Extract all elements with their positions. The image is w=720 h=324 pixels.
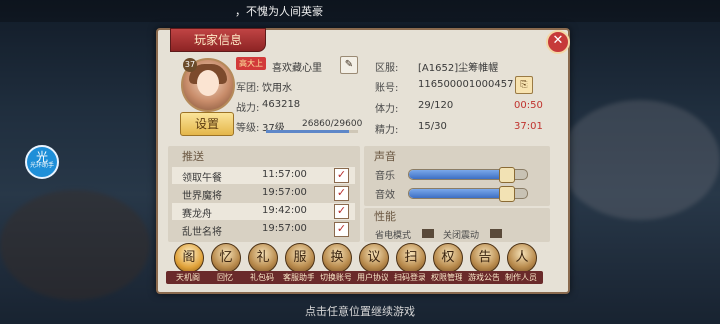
push-row-checkbox[interactable]: ✓ bbox=[334, 186, 349, 201]
music-slider-fill bbox=[409, 170, 506, 179]
level-label: 等级: bbox=[236, 123, 260, 134]
energy-value: 15/30 bbox=[418, 121, 447, 132]
stamina-value: 29/120 bbox=[418, 100, 454, 111]
legion-value: 饮用水 bbox=[262, 83, 292, 94]
performance-title: 性能 bbox=[374, 210, 396, 223]
exp-bar bbox=[266, 130, 358, 133]
stamina-timer: 00:50 bbox=[514, 100, 543, 111]
player-name: 喜欢藏心里 bbox=[272, 63, 322, 74]
document-icon: 议 bbox=[359, 243, 389, 273]
action-button-gift-code[interactable]: 礼 礼包码 bbox=[240, 243, 284, 285]
action-button-memory[interactable]: 忆 回忆 bbox=[203, 243, 247, 285]
push-row-time: 19:57:00 bbox=[262, 223, 307, 234]
vibration-toggle[interactable] bbox=[490, 229, 502, 238]
panel-title: 玩家信息 bbox=[170, 28, 266, 52]
account-label: 账号: bbox=[375, 83, 399, 94]
server-label: 区服: bbox=[375, 63, 399, 74]
title-tag: 高大上 bbox=[236, 57, 266, 70]
effect-slider-handle[interactable] bbox=[498, 186, 515, 202]
push-row-name: 领取午餐 bbox=[182, 173, 222, 184]
action-button-credits[interactable]: 人 制作人员 bbox=[499, 243, 543, 285]
push-row: 世界魔将 19:57:00 ✓ bbox=[172, 185, 355, 202]
leaf-icon: 忆 bbox=[211, 243, 241, 273]
action-button-user-agreement[interactable]: 议 用户协议 bbox=[351, 243, 395, 285]
action-button-switch-account[interactable]: 换 切换账号 bbox=[314, 243, 358, 285]
power-save-label: 省电模式 bbox=[375, 231, 412, 241]
action-bar: 阁 天机阁 忆 回忆 礼 礼包码 服 客服助手 换 切换账号 议 用户协议 扫 … bbox=[166, 243, 543, 285]
push-row-name: 世界魔将 bbox=[182, 191, 222, 202]
lock-icon: 权 bbox=[433, 243, 463, 273]
assistant-label: 光环助手 bbox=[29, 162, 54, 169]
power-label: 战力: bbox=[236, 103, 260, 114]
music-label: 音乐 bbox=[375, 171, 395, 182]
continue-hint: 点击任意位置继续游戏 bbox=[305, 305, 415, 318]
effect-label: 音效 bbox=[375, 190, 395, 201]
push-row-checkbox[interactable]: ✓ bbox=[334, 204, 349, 219]
top-message-bar: ，不愧为人间英豪 bbox=[0, 0, 720, 22]
action-button-scan-login[interactable]: 扫 扫码登录 bbox=[388, 243, 432, 285]
energy-timer: 37:01 bbox=[514, 121, 543, 132]
stamina-label: 体力: bbox=[375, 104, 399, 115]
push-row: 乱世名将 19:57:00 ✓ bbox=[172, 221, 355, 238]
push-row: 赛龙舟 19:42:00 ✓ bbox=[172, 203, 355, 220]
avatar-level-badge: 37 bbox=[183, 58, 197, 72]
copy-account-icon[interactable]: ⎘ bbox=[515, 76, 533, 94]
exp-text: 26860/29600 bbox=[302, 119, 363, 129]
power-value: 463218 bbox=[262, 99, 301, 110]
music-slider-handle[interactable] bbox=[498, 167, 515, 183]
push-row-checkbox[interactable]: ✓ bbox=[334, 222, 349, 237]
legion-label: 军团: bbox=[236, 83, 260, 94]
push-row-name: 乱世名将 bbox=[182, 227, 222, 238]
action-button-support[interactable]: 服 客服助手 bbox=[277, 243, 321, 285]
action-label: 制作人员 bbox=[499, 271, 543, 284]
gift-icon: 礼 bbox=[248, 243, 278, 273]
effect-slider-fill bbox=[409, 189, 506, 198]
edit-name-icon[interactable]: ✎ bbox=[340, 56, 358, 74]
scan-icon: 扫 bbox=[396, 243, 426, 273]
push-row: 领取午餐 11:57:00 ✓ bbox=[172, 167, 355, 184]
music-slider[interactable] bbox=[408, 167, 528, 183]
book-icon: 阁 bbox=[174, 243, 204, 273]
close-icon[interactable]: ✕ bbox=[546, 30, 570, 54]
top-message: ，不愧为人间英豪 bbox=[235, 5, 323, 18]
account-value: 116500001000457 bbox=[418, 79, 514, 90]
server-value: [A1652]尘筹帷幄 bbox=[418, 63, 499, 74]
energy-label: 精力: bbox=[375, 125, 399, 136]
push-row-time: 19:57:00 bbox=[262, 187, 307, 198]
sound-title: 声音 bbox=[374, 150, 396, 163]
push-title: 推送 bbox=[182, 150, 204, 163]
people-icon: 人 bbox=[507, 243, 537, 273]
action-button-permissions[interactable]: 权 权限管理 bbox=[425, 243, 469, 285]
avatar-face bbox=[197, 70, 219, 96]
exp-bar-fill bbox=[266, 130, 350, 133]
settings-button[interactable]: 设置 bbox=[180, 112, 234, 136]
action-button-announcement[interactable]: 告 游戏公告 bbox=[462, 243, 506, 285]
notice-icon: 告 bbox=[470, 243, 500, 273]
push-row-name: 赛龙舟 bbox=[182, 209, 212, 220]
vibration-label: 关闭震动 bbox=[443, 231, 480, 241]
power-save-toggle[interactable] bbox=[422, 229, 434, 238]
refresh-icon: 换 bbox=[322, 243, 352, 273]
action-button-tianjige[interactable]: 阁 天机阁 bbox=[166, 243, 210, 285]
push-row-time: 19:42:00 bbox=[262, 205, 307, 216]
push-row-checkbox[interactable]: ✓ bbox=[334, 168, 349, 183]
floating-assistant-button[interactable]: 光 光环助手 bbox=[25, 145, 59, 179]
chat-icon: 服 bbox=[285, 243, 315, 273]
effect-slider[interactable] bbox=[408, 186, 528, 202]
push-row-time: 11:57:00 bbox=[262, 169, 307, 180]
